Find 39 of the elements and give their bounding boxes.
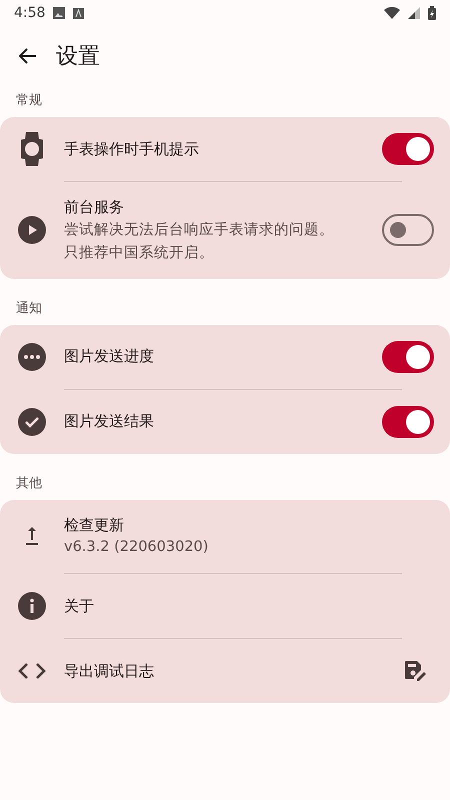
font-icon — [73, 8, 84, 18]
settings-row[interactable]: 关于 — [0, 574, 450, 638]
row-title: 导出调试日志 — [64, 660, 154, 682]
settings-row[interactable]: 检查更新 v6.3.2 (220603020) — [0, 500, 450, 573]
settings-row[interactable]: 图片发送进度 — [0, 324, 450, 388]
status-time: 4:58 — [14, 4, 46, 22]
back-arrow-icon — [19, 48, 37, 64]
toggle-switch[interactable] — [382, 133, 434, 165]
settings-row[interactable]: 前台服务 尝试解决无法后台响应手表请求的问题。只推荐中国系统开启。 — [0, 182, 450, 278]
row-title: 检查更新 — [64, 514, 124, 536]
page-title: 设置 — [56, 42, 100, 70]
upload-icon — [25, 526, 39, 546]
settings-row[interactable]: 图片发送结果 — [0, 390, 450, 454]
row-subtitle: 尝试解决无法后台响应手表请求的问题。只推荐中国系统开启。 — [64, 220, 334, 262]
play-icon — [18, 216, 46, 244]
section-header: 通知 — [15, 300, 43, 318]
row-title: 图片发送结果 — [64, 411, 154, 432]
row-subtitle: v6.3.2 (220603020) — [64, 538, 210, 557]
row-title: 图片发送进度 — [64, 346, 154, 368]
watch-icon — [21, 132, 43, 166]
battery-icon — [428, 6, 436, 20]
row-title: 前台服务 — [64, 197, 124, 218]
toggle-switch[interactable] — [382, 340, 434, 372]
signal-icon — [408, 7, 420, 19]
toggle-switch[interactable] — [382, 406, 434, 438]
more-icon — [18, 342, 46, 370]
image-icon — [53, 7, 66, 19]
row-title: 手表操作时手机提示 — [64, 138, 199, 160]
check-circle-icon — [18, 408, 46, 436]
info-icon — [18, 592, 46, 620]
row-title: 关于 — [64, 596, 94, 617]
section-header: 常规 — [15, 92, 43, 110]
section-header: 其他 — [15, 474, 43, 493]
code-icon — [18, 662, 46, 680]
settings-row[interactable]: 导出调试日志 — [0, 639, 450, 703]
toggle-switch[interactable] — [382, 214, 434, 246]
settings-row[interactable]: 手表操作时手机提示 — [0, 117, 450, 181]
wifi-icon — [384, 7, 400, 19]
save-edit-icon — [405, 661, 427, 681]
